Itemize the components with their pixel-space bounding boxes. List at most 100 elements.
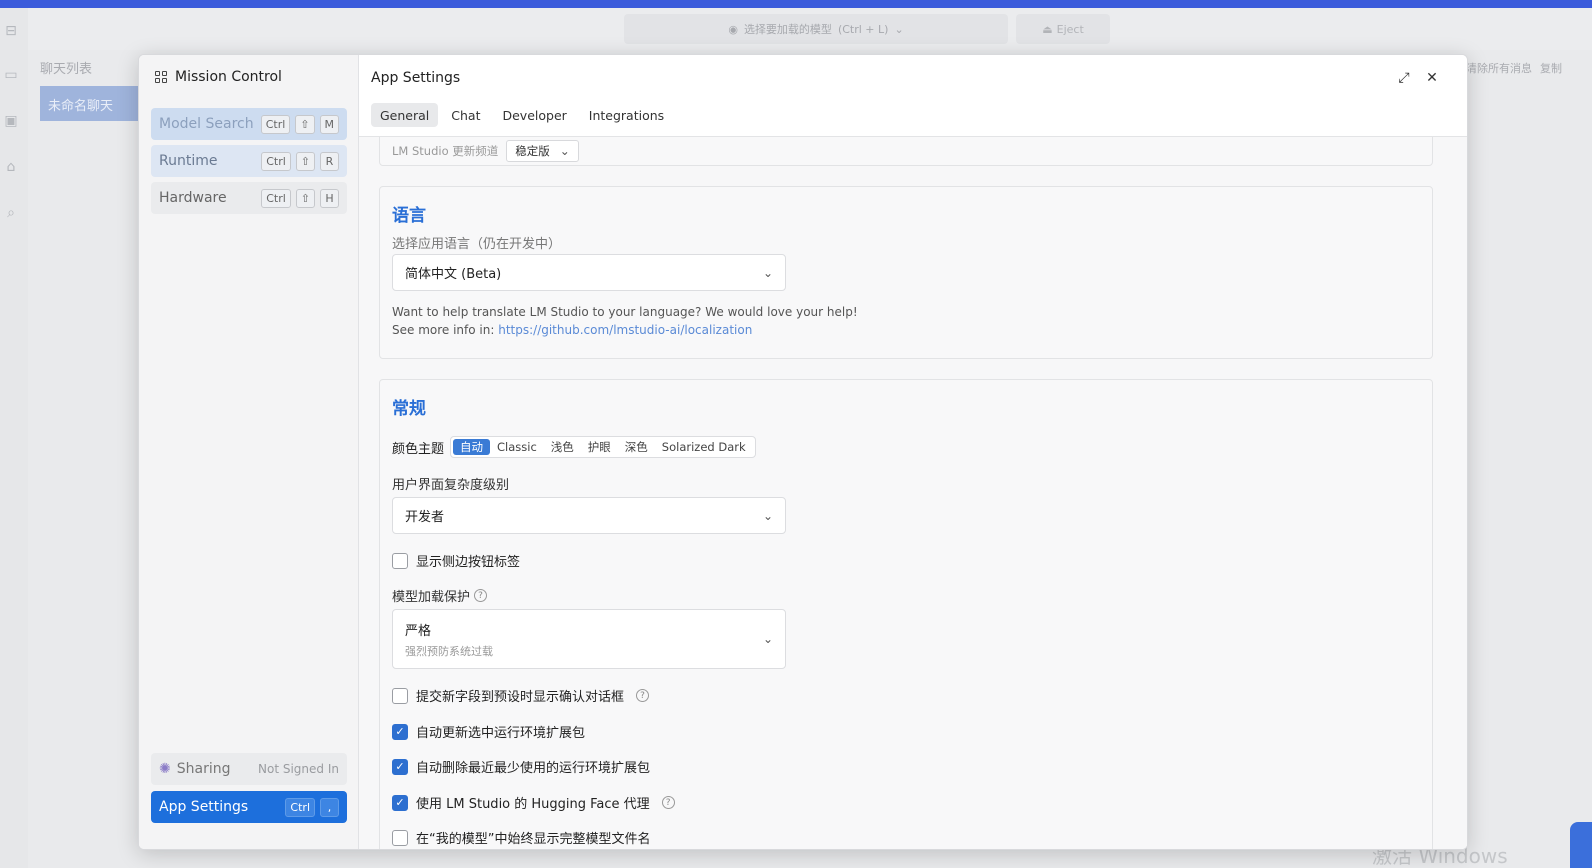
hf-proxy-checkbox[interactable]: ✓ [392,794,408,811]
check-row-auto-update-runtime[interactable]: ✓ 自动更新选中运行环境扩展包 [392,722,585,741]
full-filenames-label: 在“我的模型”中始终显示完整模型文件名 [416,832,651,847]
kbd-key: M [319,114,339,134]
sharing-label: Sharing [176,761,231,777]
theme-option-classic[interactable]: Classic [490,439,544,455]
tab-developer[interactable]: Developer [493,103,575,127]
translate-help-line2: See more info in: https://github.com/lms… [392,321,858,339]
confirm-preset-checkbox[interactable] [392,687,408,704]
panel-title: App Settings [371,70,461,86]
update-channel-select[interactable]: 稳定版 ⌄ [506,140,579,162]
translate-help-prefix: See more info in: [392,323,499,337]
search-icon[interactable]: ⌕ [0,202,22,224]
chat-list-title: 聊天列表 [40,62,93,77]
localization-link[interactable]: https://github.com/lmstudio-ai/localizat… [498,323,752,337]
copy-button[interactable]: 复制 [1540,60,1562,76]
check-row-auto-delete-runtime[interactable]: ✓ 自动删除最近最少使用的运行环境扩展包 [392,757,650,776]
chevron-down-icon: ⌄ [762,265,773,280]
theme-row: 颜色主题 自动 Classic 浅色 护眼 深色 Solarized Dark [392,436,756,458]
update-channel-row: LM Studio 更新频道 稳定版 ⌄ [392,140,579,162]
mc-item-label: Model Search [159,116,254,132]
kbd-shift: ⇧ [295,114,315,134]
kbd-ctrl: Ctrl [260,114,291,134]
guardrail-label-row: 模型加载保护 ? [392,586,488,605]
theme-option-dark[interactable]: 深色 [618,439,655,455]
theme-option-auto[interactable]: 自动 [453,439,491,455]
app-settings-button[interactable]: App Settings Ctrl , [151,791,347,823]
translate-help-line1: Want to help translate LM Studio to your… [392,305,858,319]
complexity-value: 开发者 [405,510,445,525]
close-icon[interactable]: ✕ [1421,67,1443,89]
language-select[interactable]: 简体中文 (Beta) ⌄ [392,254,786,291]
corner-widget[interactable] [1570,822,1592,868]
chat-icon[interactable]: ▭ [0,64,22,86]
auto-update-runtime-checkbox[interactable]: ✓ [392,723,408,740]
show-sidebar-labels-row[interactable]: 显示侧边按钮标签 [392,551,520,570]
mc-item-hardware[interactable]: Hardware Ctrl ⇧ H [151,182,347,214]
kbd-comma: , [320,797,339,817]
kbd-ctrl: Ctrl [261,151,291,171]
chat-actions: 清除所有消息 复制 [1466,60,1562,76]
model-picker[interactable]: ◉ 选择要加载的模型 (Ctrl + L) ⌄ [624,14,1008,44]
eject-button[interactable]: ⏏ Eject [1016,14,1110,44]
tab-general[interactable]: General [371,103,439,127]
update-channel-value: 稳定版 [515,144,550,158]
sharing-icon: ✺ [159,761,171,777]
mission-control-title: Mission Control [175,69,282,85]
mc-item-label: Hardware [159,190,227,206]
show-sidebar-labels-checkbox[interactable] [392,552,408,569]
general-heading: 常规 [392,399,426,419]
chevron-down-icon: ⌄ [894,22,904,36]
update-card: LM Studio 更新频道 稳定版 ⌄ [379,137,1433,166]
guardrail-label: 模型加载保护 [392,590,471,605]
kbd-key: H [320,188,339,208]
app-settings-label: App Settings [159,799,249,815]
language-value: 简体中文 (Beta) [405,267,502,282]
kbd-shift: ⇧ [295,151,315,171]
mc-item-label: Runtime [159,153,218,169]
guardrail-value-group: 严格 强烈预防系统过载 [405,620,763,659]
expand-icon[interactable]: ⤢ [1393,67,1415,89]
auto-update-runtime-label: 自动更新选中运行环境扩展包 [416,726,586,741]
theme-option-light[interactable]: 浅色 [544,439,581,455]
eject-label: Eject [1056,22,1084,36]
theme-option-eye-care[interactable]: 护眼 [581,439,618,455]
chevron-down-icon: ⌄ [559,144,570,158]
full-filenames-checkbox[interactable] [392,829,408,846]
app-settings-dialog: Mission Control Model Search Ctrl ⇧ M Ru… [138,54,1468,850]
check-row-confirm-preset[interactable]: 提交新字段到预设时显示确认对话框 ? [392,686,650,705]
mc-item-model-search[interactable]: Model Search Ctrl ⇧ M [151,108,347,140]
help-icon[interactable]: ? [636,689,650,702]
clear-messages-button[interactable]: 清除所有消息 [1466,60,1532,76]
eject-icon: ⏏ [1042,22,1053,36]
grid-icon [155,71,167,83]
theme-segmented-control: 自动 Classic 浅色 护眼 深色 Solarized Dark [450,436,756,458]
terminal-icon[interactable]: ▣ [0,110,22,132]
check-row-hf-proxy[interactable]: ✓ 使用 LM Studio 的 Hugging Face 代理 ? [392,793,675,812]
kbd-ctrl: Ctrl [285,797,315,817]
chat-list-item[interactable]: 未命名聊天 [40,86,140,121]
general-card: 常规 颜色主题 自动 Classic 浅色 护眼 深色 Solarized Da… [379,379,1433,849]
theme-label: 颜色主题 [392,441,445,457]
settings-tabs: General Chat Developer Integrations [371,103,673,127]
hf-proxy-label: 使用 LM Studio 的 Hugging Face 代理 [416,797,650,812]
guardrail-sub: 强烈预防系统过载 [405,644,493,658]
tab-chat[interactable]: Chat [442,103,489,127]
sharing-button[interactable]: ✺ Sharing Not Signed In [151,753,347,785]
collapse-icon[interactable]: ⊟ [0,20,22,42]
kbd-shift: ⇧ [295,188,315,208]
auto-delete-runtime-checkbox[interactable]: ✓ [392,758,408,775]
language-label: 选择应用语言（仍在开发中） [392,237,562,252]
theme-option-solarized-dark[interactable]: Solarized Dark [655,439,753,455]
tab-integrations[interactable]: Integrations [580,103,673,127]
settings-scroll-area[interactable]: LM Studio 更新频道 稳定版 ⌄ 语言 选择应用语言（仍在开发中） 简体… [359,137,1467,849]
complexity-label: 用户界面复杂度级别 [392,478,510,493]
guardrail-select[interactable]: 严格 强烈预防系统过载 ⌄ [392,609,786,669]
mc-item-runtime[interactable]: Runtime Ctrl ⇧ R [151,145,347,177]
help-icon[interactable]: ? [661,796,675,809]
kbd-key: R [320,151,339,171]
show-sidebar-labels-label: 显示侧边按钮标签 [416,555,521,570]
help-icon[interactable]: ? [474,589,488,602]
check-row-full-filenames[interactable]: 在“我的模型”中始终显示完整模型文件名 [392,828,650,847]
complexity-select[interactable]: 开发者 ⌄ [392,497,786,534]
folder-icon[interactable]: ⌂ [0,156,22,178]
